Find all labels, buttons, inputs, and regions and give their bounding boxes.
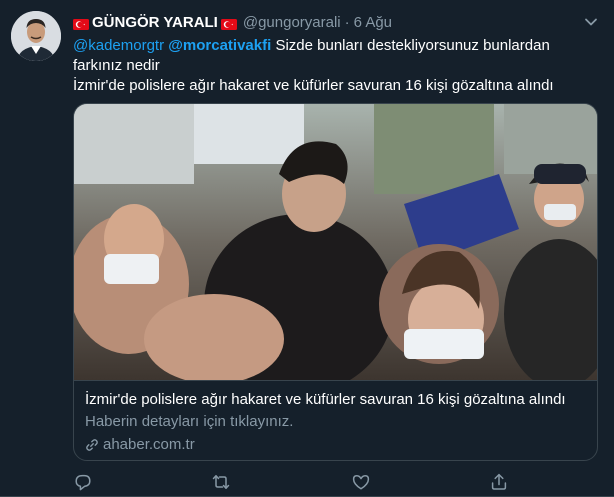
user-handle[interactable]: @gungoryarali: [243, 14, 341, 31]
separator-dot: ·: [344, 13, 350, 31]
reply-icon[interactable]: [73, 472, 93, 492]
share-icon[interactable]: [489, 472, 509, 492]
card-description: Haberin detayları için tıklayınız.: [85, 413, 294, 430]
card-domain: ahaber.com.tr: [85, 435, 588, 455]
like-icon[interactable]: [351, 472, 371, 492]
tweet-text-line: Sizde bunları destekliyorsunuz bunlardan: [275, 37, 550, 54]
mention-link[interactable]: @kademorgtr: [73, 37, 164, 54]
chevron-down-icon[interactable]: [582, 13, 600, 31]
tweet-actions: [73, 472, 553, 496]
tweet-header: GÜNGÖR YARALI @gungoryarali · 6 Ağu: [73, 12, 392, 32]
card-meta[interactable]: İzmir'de polislere ağır hakaret ve küfür…: [74, 380, 597, 460]
link-preview-card[interactable]: İzmir'de polislere ağır hakaret ve küfür…: [73, 103, 598, 461]
tweet-text: @kademorgtr @morcativakfi Sizde bunları …: [73, 36, 593, 96]
card-domain-text: ahaber.com.tr: [103, 436, 195, 453]
mention-link[interactable]: @morcativakfi: [168, 37, 271, 54]
card-title: İzmir'de polislere ağır hakaret ve küfür…: [85, 391, 566, 408]
retweet-icon[interactable]: [211, 472, 231, 492]
card-image[interactable]: [74, 104, 597, 394]
turkey-flag-icon: [220, 17, 237, 30]
display-name[interactable]: GÜNGÖR YARALI: [92, 14, 218, 31]
tweet-text-line: farkınız nedir: [73, 57, 160, 74]
tweet-text-line: İzmir'de polislere ağır hakaret ve küfür…: [73, 77, 554, 94]
link-icon: [86, 439, 98, 451]
turkey-flag-icon: [73, 17, 89, 30]
avatar[interactable]: [11, 11, 61, 61]
tweet-timestamp[interactable]: 6 Ağu: [354, 14, 392, 31]
tweet[interactable]: GÜNGÖR YARALI @gungoryarali · 6 Ağu @kad…: [0, 0, 614, 497]
